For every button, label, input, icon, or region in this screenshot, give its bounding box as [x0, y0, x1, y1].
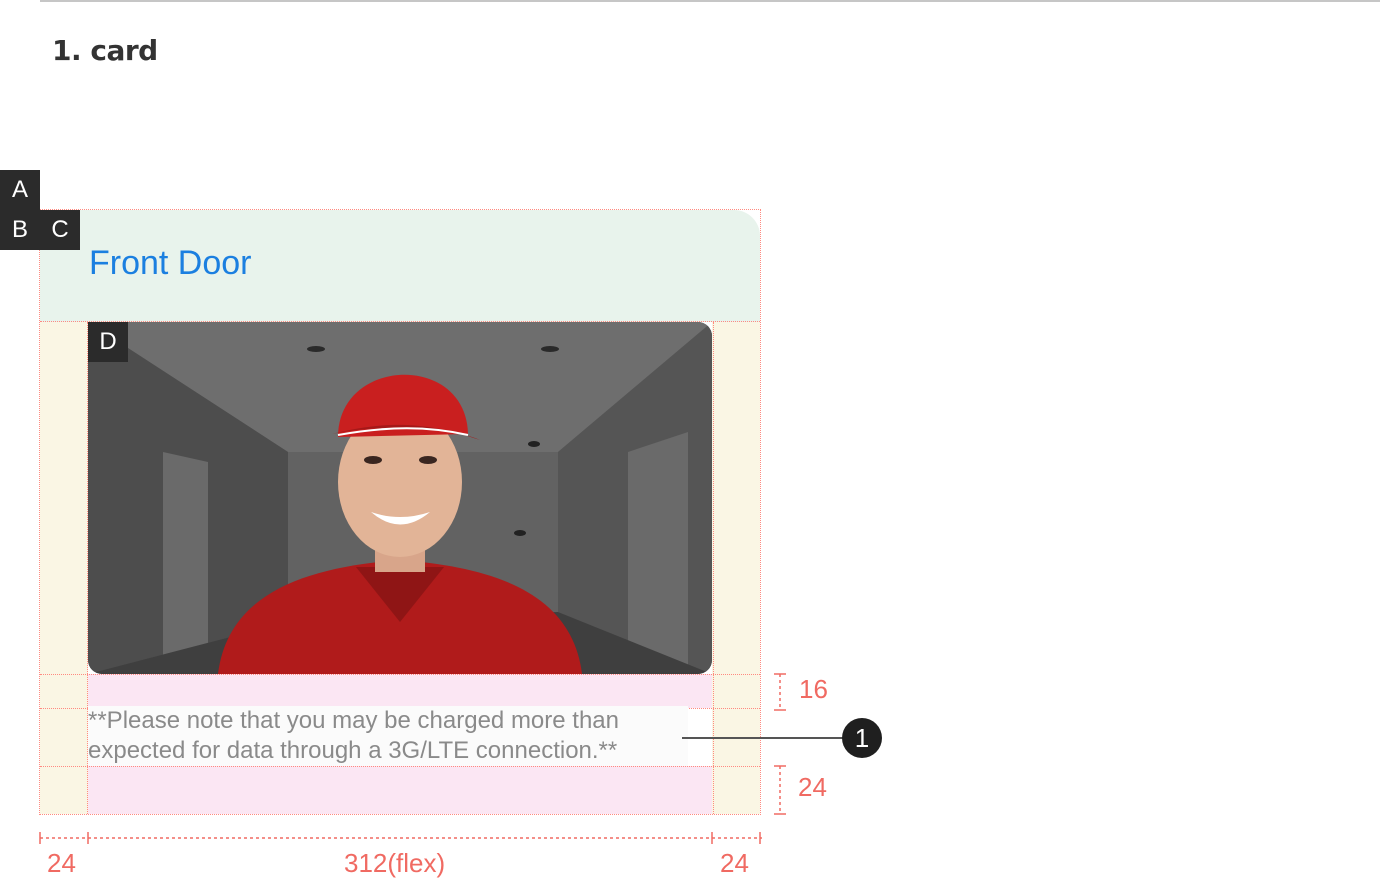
top-divider	[40, 0, 1380, 2]
section-title: 1. card	[52, 34, 158, 67]
region-tag-d: D	[88, 322, 128, 362]
callout-leader-line	[682, 737, 862, 739]
data-charge-notice: **Please note that you may be charged mo…	[88, 706, 688, 766]
gap-bottom-label: 24	[798, 772, 827, 802]
guide-line	[713, 322, 714, 814]
guide-line	[40, 766, 760, 767]
camera-image	[88, 322, 712, 674]
card-title: Front Door	[89, 244, 252, 282]
left-margin-label: 24	[47, 848, 76, 878]
region-tag-a: A	[0, 170, 40, 210]
horizontal-dimension-markers	[39, 832, 762, 844]
camera-image-illustration	[88, 322, 712, 674]
content-width-label: 312(flex)	[344, 848, 446, 878]
gap-top-label: 16	[799, 674, 828, 704]
region-tag-b: B	[0, 210, 40, 250]
guide-line	[40, 674, 760, 675]
right-margin-label: 24	[720, 848, 749, 878]
vertical-dimension-markers	[774, 673, 786, 815]
region-tag-c: C	[40, 210, 80, 250]
callout-badge: 1	[842, 718, 882, 758]
